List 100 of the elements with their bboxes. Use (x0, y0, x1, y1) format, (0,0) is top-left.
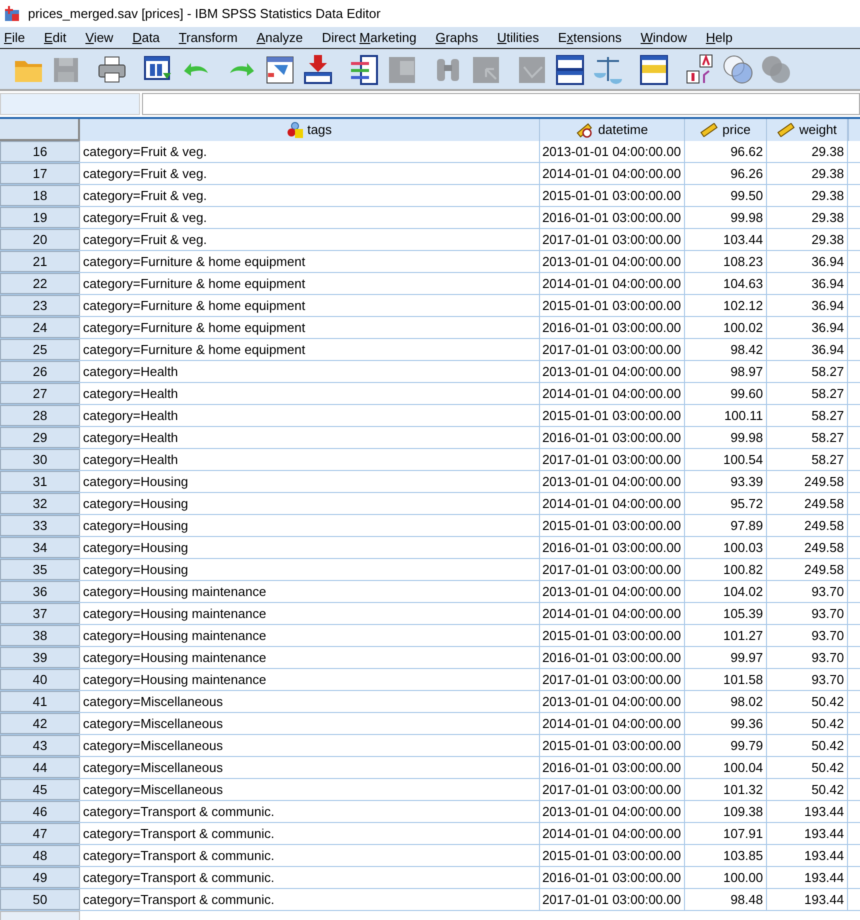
table-cell-text: 99.50 (730, 186, 763, 205)
overlapping-circles-icon (722, 53, 754, 85)
row-header[interactable]: 34 (0, 537, 80, 558)
table-cell-text: 249.58 (804, 472, 844, 491)
column-name: price (722, 121, 751, 140)
row-header[interactable]: 28 (0, 405, 80, 426)
column-header[interactable] (848, 119, 860, 141)
cell-value-field[interactable] (142, 93, 860, 115)
row-header[interactable]: 42 (0, 713, 80, 734)
table-cell-text: 98.42 (730, 340, 763, 359)
table-cell-text: category=Housing (83, 538, 188, 557)
column-header[interactable]: price (685, 119, 767, 141)
row-header[interactable]: 38 (0, 625, 80, 646)
table-cell-text: category=Housing maintenance (83, 582, 266, 601)
row-header[interactable]: 21 (0, 251, 80, 272)
menu-item[interactable]: Help (702, 28, 737, 48)
row-header[interactable]: 40 (0, 669, 80, 690)
row-header[interactable]: 36 (0, 581, 80, 602)
table-cell-text: 58.27 (811, 362, 844, 381)
row-header[interactable]: 49 (0, 867, 80, 888)
row-header[interactable]: 47 (0, 823, 80, 844)
row-header[interactable]: 18 (0, 185, 80, 206)
table-cell-text: category=Health (83, 384, 178, 403)
column-name: weight (799, 121, 837, 140)
column-header[interactable]: datetime (540, 119, 685, 141)
table-cell-text: 2013-01-01 04:00:00.00 (542, 252, 681, 271)
table-cell-text: 2015-01-01 03:00:00.00 (542, 736, 681, 755)
row-header[interactable]: 31 (0, 471, 80, 492)
table-cell-text: 50.42 (811, 692, 844, 711)
table-cell-text: 109.38 (723, 802, 763, 821)
table-cell-text: category=Health (83, 406, 178, 425)
table-cell-text: 2017-01-01 03:00:00.00 (542, 230, 681, 249)
row-header[interactable]: 46 (0, 801, 80, 822)
row-header[interactable]: 45 (0, 779, 80, 800)
row-header[interactable]: 33 (0, 515, 80, 536)
row-header[interactable]: 27 (0, 383, 80, 404)
table-cell-text: 100.82 (723, 560, 763, 579)
column-header[interactable]: weight (767, 119, 848, 141)
variable-list-icon (348, 53, 380, 85)
table-cell-text: category=Miscellaneous (83, 736, 223, 755)
row-header[interactable]: 37 (0, 603, 80, 624)
table-cell-text: 98.48 (730, 890, 763, 909)
menu-item[interactable]: Direct Marketing (318, 28, 420, 48)
row-header[interactable]: 43 (0, 735, 80, 756)
table-cell-text: 193.44 (804, 824, 844, 843)
column-header[interactable]: tags (80, 119, 540, 141)
row-header[interactable]: 16 (0, 141, 80, 162)
table-cell-text: 2015-01-01 03:00:00.00 (542, 626, 681, 645)
row-header[interactable]: 26 (0, 361, 80, 382)
table-cell-text: category=Furniture & home equipment (83, 274, 306, 293)
table-cell-text: category=Transport & communic. (83, 824, 274, 843)
row-header[interactable]: 20 (0, 229, 80, 250)
row-header[interactable]: 41 (0, 691, 80, 712)
row-header[interactable]: 19 (0, 207, 80, 228)
menu-item[interactable]: Data (128, 28, 164, 48)
table-cell-text: 58.27 (811, 428, 844, 447)
row-header[interactable]: 24 (0, 317, 80, 338)
table-cell-text: 96.26 (730, 164, 763, 183)
table-cell-text: 249.58 (804, 538, 844, 557)
row-header[interactable]: 29 (0, 427, 80, 448)
table-cell-text: 2014-01-01 04:00:00.00 (542, 714, 681, 733)
table-down-arrow-icon (302, 53, 334, 85)
table-cell-text: 2015-01-01 03:00:00.00 (542, 846, 681, 865)
menu-item[interactable]: View (81, 28, 118, 48)
highlighted-table-icon (638, 53, 670, 85)
row-header[interactable]: 32 (0, 493, 80, 514)
menu-item[interactable]: Extensions (554, 28, 626, 48)
table-cell-text: 58.27 (811, 406, 844, 425)
row-header[interactable]: 44 (0, 757, 80, 778)
table-cell-text: 2017-01-01 03:00:00.00 (542, 340, 681, 359)
row-header[interactable]: 50 (0, 889, 80, 910)
table-cell-text: category=Miscellaneous (83, 692, 223, 711)
table-cell-text: 98.97 (730, 362, 763, 381)
table-cell-text: 2016-01-01 03:00:00.00 (542, 208, 681, 227)
row-header[interactable]: 22 (0, 273, 80, 294)
menu-item[interactable]: Utilities (493, 28, 544, 48)
row-header[interactable]: 48 (0, 845, 80, 866)
menu-item[interactable]: Graphs (431, 28, 482, 48)
table-cell-text: 2015-01-01 03:00:00.00 (542, 186, 681, 205)
row-header[interactable]: 17 (0, 163, 80, 184)
table-cell-text: 50.42 (811, 714, 844, 733)
row-header[interactable]: 35 (0, 559, 80, 580)
menu-item[interactable]: Window (636, 28, 691, 48)
overlapping-circles-icon (760, 53, 792, 85)
cell-reference-field[interactable] (0, 93, 140, 115)
table-cell-text: 2014-01-01 04:00:00.00 (542, 824, 681, 843)
menu-item[interactable]: Analyze (252, 28, 307, 48)
table-cell-text: 101.27 (723, 626, 763, 645)
table-cell-text: 58.27 (811, 384, 844, 403)
row-header[interactable]: 23 (0, 295, 80, 316)
row-header[interactable]: 30 (0, 449, 80, 470)
table-cell-text: 2017-01-01 03:00:00.00 (542, 450, 681, 469)
table-cell-text: 2016-01-01 03:00:00.00 (542, 648, 681, 667)
row-header[interactable]: 39 (0, 647, 80, 668)
menu-item[interactable]: File (0, 28, 29, 48)
menu-item[interactable]: Edit (40, 28, 70, 48)
table-cell-text: category=Miscellaneous (83, 714, 223, 733)
table-cell-text: 193.44 (804, 890, 844, 909)
menu-item[interactable]: Transform (174, 28, 242, 48)
row-header[interactable]: 25 (0, 339, 80, 360)
